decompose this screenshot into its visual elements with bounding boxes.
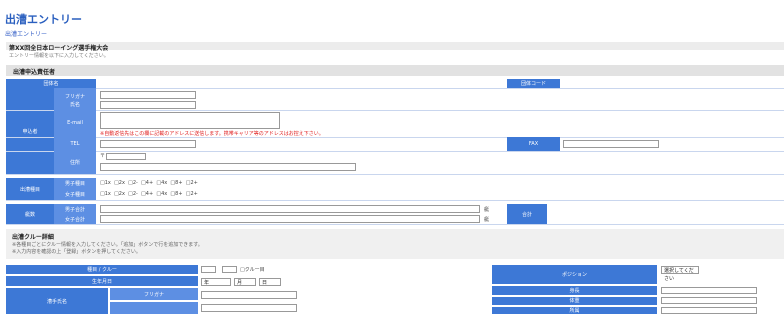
checkbox-women-1x[interactable]: □1x — [100, 191, 111, 197]
section-note: エントリー情報を以下に入力してください。 — [9, 53, 109, 59]
section2-note: ※各種目ごとにクルー情報を入力してください。「追加」ボタンで行を追加できます。 — [12, 242, 203, 248]
checkbox-men-8+[interactable]: □8+ — [170, 180, 182, 186]
date-day-select[interactable]: 日 — [259, 278, 281, 286]
women-events-label: 女子種目 — [64, 192, 85, 198]
checkbox-men-1x[interactable]: □1x — [100, 180, 111, 186]
club-label: 所属 — [569, 308, 580, 314]
name-input[interactable] — [100, 101, 196, 109]
boats-men-input[interactable] — [100, 205, 480, 213]
row-divider — [6, 174, 784, 175]
crew-checkbox[interactable]: □クルー目 — [240, 266, 265, 273]
weight-label: 体重 — [569, 298, 580, 304]
tel-input[interactable] — [100, 140, 196, 148]
row-divider — [6, 88, 784, 89]
men-events-label: 男子種目 — [64, 181, 85, 187]
event-title: 第XX回全日本ローイング選手権大会 — [9, 45, 109, 52]
name-label: 氏名 — [69, 102, 80, 108]
women-event-checkboxes: □1x □2x □2- □4+ □4x □8+ □2+ — [100, 191, 198, 197]
crew-label: 種目 / クルー — [87, 267, 117, 273]
person-name-input[interactable] — [201, 304, 297, 312]
person-furigana-label: フリガナ — [143, 292, 164, 298]
row-divider — [6, 137, 784, 138]
height-label: 身長 — [569, 288, 580, 294]
person-name-cell — [110, 302, 198, 314]
boats-men-label: 男子合計 — [64, 207, 85, 213]
tel-label: TEL — [70, 141, 80, 147]
crew-input-a[interactable] — [201, 266, 216, 273]
header-label-group: 団体名 — [43, 81, 59, 87]
email-error-text: ※自動返信先はこの欄に記載のアドレスに送信します。携帯キャリア等のアドレスはお控… — [100, 131, 324, 137]
fax-input[interactable] — [563, 140, 659, 148]
applicant-label: 申込者 — [22, 129, 38, 135]
section2-title: 出漕クルー詳細 — [12, 234, 54, 241]
furigana-label: フリガナ — [64, 94, 85, 100]
crew-input-b[interactable] — [222, 266, 237, 273]
date-year-select[interactable]: 年 — [201, 278, 231, 286]
boats-label: 艇数 — [24, 212, 35, 218]
person-furigana-input[interactable] — [201, 291, 297, 299]
section-heading-label: 出漕申込責任者 — [13, 69, 56, 76]
weight-input[interactable] — [661, 297, 757, 304]
postal-mark: 〒 — [100, 153, 106, 159]
position-select[interactable]: 選択してください — [661, 266, 699, 282]
events-label: 出漕種目 — [19, 187, 40, 193]
row-divider — [6, 224, 784, 225]
boats-men-unit: 艇 — [484, 207, 490, 213]
person-label: 漕手氏名 — [46, 299, 67, 305]
section-bar — [6, 42, 784, 50]
page-title: 出漕エントリー — [5, 13, 82, 26]
row-divider — [6, 110, 784, 111]
boats-women-unit: 艇 — [484, 217, 490, 223]
postal-input[interactable] — [106, 153, 146, 160]
section2-note: ※入力内容を確認の上「登録」ボタンを押してください。 — [12, 249, 141, 255]
email-textarea[interactable] — [100, 112, 280, 129]
boats-women-label: 女子合計 — [64, 217, 85, 223]
header-label-code: 団体コード — [520, 81, 546, 87]
checkbox-men-4x[interactable]: □4x — [156, 180, 167, 186]
breadcrumb[interactable]: 出漕エントリー — [5, 29, 47, 38]
club-input[interactable] — [661, 307, 757, 314]
total-label: 合計 — [521, 212, 532, 218]
checkbox-women-8+[interactable]: □8+ — [170, 191, 182, 197]
address-input[interactable] — [100, 163, 356, 171]
checkbox-women-2x[interactable]: □2x — [114, 191, 125, 197]
checkbox-women-2-[interactable]: □2- — [128, 191, 138, 197]
email-label: E-mail — [67, 120, 83, 126]
checkbox-men-2x[interactable]: □2x — [114, 180, 125, 186]
section-heading: 出漕申込責任者 — [6, 65, 784, 76]
checkbox-women-4+[interactable]: □4+ — [141, 191, 153, 197]
row-divider — [6, 151, 784, 152]
checkbox-women-4x[interactable]: □4x — [156, 191, 167, 197]
position-label: ポジション — [561, 272, 587, 278]
date-label: 生年月日 — [91, 279, 112, 285]
checkbox-women-2+[interactable]: □2+ — [186, 191, 198, 197]
date-month-select[interactable]: 月 — [234, 278, 256, 286]
height-input[interactable] — [661, 287, 757, 294]
boats-women-input[interactable] — [100, 215, 480, 223]
furigana-input[interactable] — [100, 91, 196, 99]
address-label: 住所 — [69, 160, 80, 166]
fax-label: FAX — [528, 141, 539, 147]
men-event-checkboxes: □1x □2x □2- □4+ □4x □8+ □2+ — [100, 180, 198, 186]
row-divider — [6, 200, 784, 201]
checkbox-men-2+[interactable]: □2+ — [186, 180, 198, 186]
checkbox-men-4+[interactable]: □4+ — [141, 180, 153, 186]
checkbox-men-2-[interactable]: □2- — [128, 180, 138, 186]
